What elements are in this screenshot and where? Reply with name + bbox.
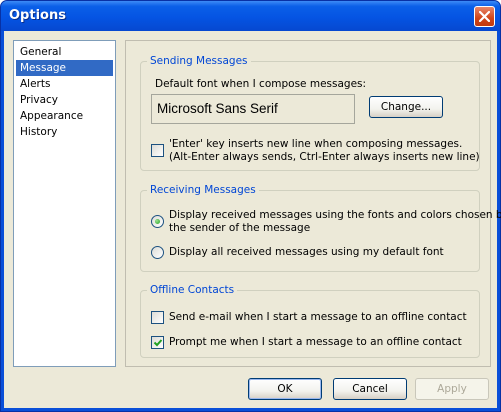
- default-font-display: Microsoft Sans Serif: [151, 94, 355, 124]
- close-button[interactable]: [474, 6, 495, 27]
- category-item-label: General: [20, 46, 62, 58]
- offline-contacts-title: Offline Contacts: [147, 283, 238, 297]
- options-window: Options General Message Alerts Privacy A…: [0, 0, 501, 412]
- send-email-label: Send e-mail when I start a message to an…: [169, 311, 467, 323]
- change-font-button[interactable]: Change...: [369, 96, 443, 118]
- checkmark-icon: [153, 339, 163, 347]
- category-item-alerts[interactable]: Alerts: [16, 76, 113, 92]
- close-icon: [479, 11, 490, 22]
- default-font-label: Default font when I compose messages:: [155, 78, 367, 90]
- sending-messages-title: Sending Messages: [147, 54, 251, 68]
- receiving-messages-group: Receiving Messages Display received mess…: [140, 183, 501, 272]
- category-item-label: Appearance: [20, 110, 84, 122]
- category-item-appearance[interactable]: Appearance: [16, 108, 113, 124]
- dialog-body: General Message Alerts Privacy Appearanc…: [4, 31, 501, 408]
- window-title: Options: [9, 8, 66, 23]
- prompt-me-checkbox[interactable]: [151, 336, 164, 349]
- cancel-button[interactable]: Cancel: [333, 378, 407, 400]
- category-item-label: Alerts: [20, 78, 51, 90]
- apply-button[interactable]: Apply: [415, 378, 489, 400]
- message-settings-panel: Sending Messages Default font when I com…: [125, 40, 501, 367]
- category-list[interactable]: General Message Alerts Privacy Appearanc…: [13, 40, 116, 367]
- default-font-radio[interactable]: [151, 246, 164, 259]
- radio-selected-dot: [155, 219, 160, 224]
- category-item-general[interactable]: General: [16, 44, 113, 60]
- category-item-label: Privacy: [20, 94, 59, 106]
- enter-newline-checkbox[interactable]: [151, 144, 164, 157]
- category-item-label: Message: [20, 62, 67, 74]
- category-item-message[interactable]: Message: [16, 60, 113, 76]
- title-bar[interactable]: Options: [1, 1, 500, 31]
- default-font-radio-label: Display all received messages using my d…: [169, 246, 444, 258]
- ok-button[interactable]: OK: [248, 378, 322, 400]
- enter-newline-hint: (Alt-Enter always sends, Ctrl-Enter alwa…: [169, 151, 480, 163]
- sending-messages-group: Sending Messages Default font when I com…: [140, 54, 480, 171]
- category-item-label: History: [20, 126, 58, 138]
- sender-fonts-radio[interactable]: [151, 215, 164, 228]
- offline-contacts-group: Offline Contacts Send e-mail when I star…: [140, 283, 480, 358]
- sender-fonts-label: Display received messages using the font…: [169, 209, 501, 221]
- sender-fonts-label-cont: the sender of the message: [169, 222, 311, 234]
- receiving-messages-title: Receiving Messages: [147, 183, 259, 197]
- prompt-me-label: Prompt me when I start a message to an o…: [169, 336, 462, 348]
- category-item-history[interactable]: History: [16, 124, 113, 140]
- send-email-checkbox[interactable]: [151, 311, 164, 324]
- enter-newline-label: 'Enter' key inserts new line when compos…: [169, 138, 463, 150]
- category-item-privacy[interactable]: Privacy: [16, 92, 113, 108]
